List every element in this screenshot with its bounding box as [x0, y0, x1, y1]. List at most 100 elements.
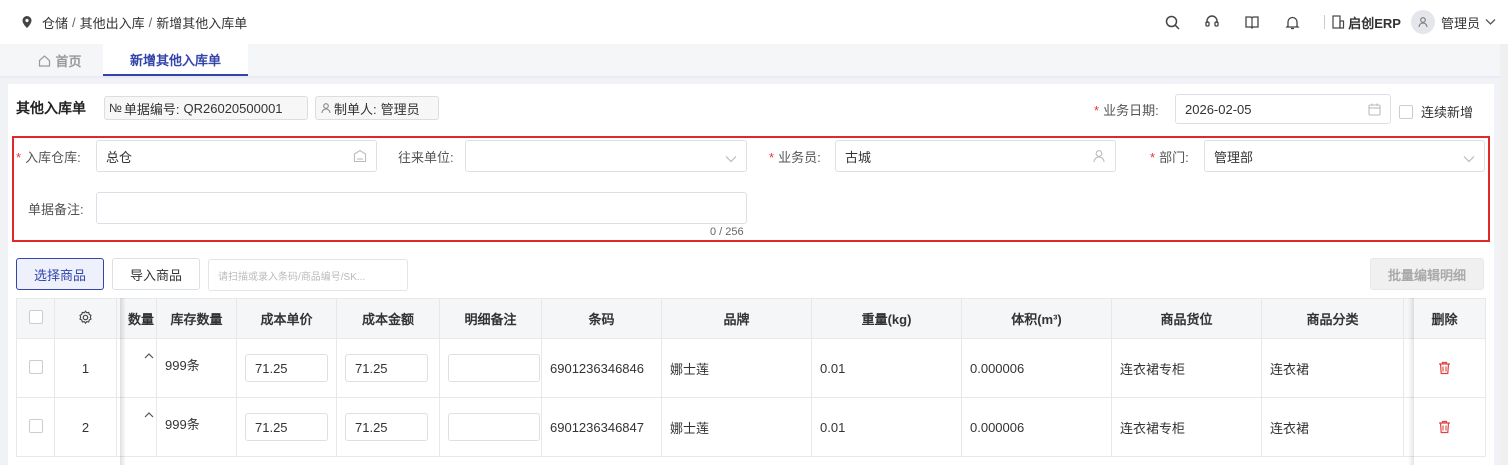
user-icon: [1092, 149, 1106, 166]
select-goods-button[interactable]: 选择商品: [16, 258, 104, 290]
tab-label: 首页: [55, 53, 82, 69]
row-checkbox-cell: [16, 397, 55, 457]
weight-cell: 0.01: [811, 338, 962, 398]
chevron-up-icon[interactable]: [144, 411, 154, 418]
weight-cell: 0.01: [811, 397, 962, 457]
breadcrumb-current: 新增其他入库单: [156, 15, 248, 31]
warehouse-value: 总仓: [106, 149, 133, 165]
delete-cell: [1403, 397, 1486, 457]
cost-amount-input[interactable]: 71.25: [345, 354, 428, 382]
location-icon: [20, 15, 34, 29]
select-all-cell: [16, 298, 55, 339]
date-label: * 业务日期:: [1094, 103, 1159, 118]
partner-label: 往来单位:: [398, 150, 454, 165]
user-icon: [320, 102, 332, 114]
unit-cost-input[interactable]: 71.25: [245, 413, 328, 441]
tab-new-inbound[interactable]: 新增其他入库单: [103, 44, 248, 76]
cost-amount-cell: 71.25: [336, 397, 440, 457]
remark-counter: 0 / 256: [710, 226, 744, 238]
line-note-cell: [439, 397, 542, 457]
row-number: 2: [54, 397, 117, 457]
search-icon[interactable]: [1164, 14, 1180, 30]
table-header-row: 数量 库存数量 成本单价 成本金额 明细备注 条码 品牌 重量(kg) 体积(m…: [16, 298, 1486, 339]
salesman-input[interactable]: 古城: [835, 140, 1116, 172]
volume-cell: 0.000006: [961, 397, 1112, 457]
row-number: 1: [54, 338, 117, 398]
cost-amount-input[interactable]: 71.25: [345, 413, 428, 441]
row-checkbox-cell: [16, 338, 55, 398]
remark-input[interactable]: [96, 192, 747, 224]
book-icon[interactable]: [1244, 14, 1260, 30]
row-checkbox[interactable]: [28, 359, 43, 374]
col-cost-amount: 成本金额: [336, 298, 440, 339]
trash-icon[interactable]: [1438, 420, 1451, 434]
brand-cell: 娜士莲: [661, 397, 812, 457]
doc-number-tag: № 单据编号: QR26020500001: [104, 96, 308, 120]
customer-service-icon[interactable]: [1204, 14, 1220, 30]
col-weight: 重量(kg): [811, 298, 962, 339]
date-input[interactable]: 2026-02-05: [1175, 94, 1391, 124]
dept-value: 管理部: [1214, 149, 1254, 165]
scan-placeholder: 请扫描或录入条码/商品编号/SK...: [218, 271, 366, 283]
cost-amount-cell: 71.25: [336, 338, 440, 398]
category-cell: 连衣裙: [1261, 397, 1404, 457]
line-note-input[interactable]: [448, 354, 540, 382]
tab-home[interactable]: 首页: [20, 44, 100, 76]
page-title: 其他入库单: [16, 100, 86, 116]
chevron-up-icon[interactable]: [144, 352, 154, 359]
tab-label: 新增其他入库单: [129, 52, 221, 68]
partner-select[interactable]: [465, 140, 747, 172]
unit-cost-input[interactable]: 71.25: [245, 354, 328, 382]
col-brand: 品牌: [661, 298, 812, 339]
col-barcode: 条码: [541, 298, 662, 339]
creator-label: 制单人:: [334, 101, 377, 117]
breadcrumb-separator: /: [72, 14, 76, 30]
creator-value: 管理员: [380, 101, 420, 117]
scan-input[interactable]: 请扫描或录入条码/商品编号/SK...: [208, 259, 408, 291]
bell-icon[interactable]: [1284, 14, 1300, 30]
trash-icon[interactable]: [1438, 361, 1451, 375]
fixed-column-shadow: [120, 298, 126, 465]
gear-icon[interactable]: [78, 309, 93, 325]
col-line-note: 明细备注: [439, 298, 542, 339]
page-scrollbar[interactable]: [1500, 44, 1508, 465]
select-all-checkbox[interactable]: [28, 310, 43, 324]
chevron-down-icon: [1463, 151, 1475, 166]
dept-select[interactable]: 管理部: [1204, 140, 1485, 172]
col-volume: 体积(m³): [961, 298, 1112, 339]
col-category: 商品分类: [1261, 298, 1404, 339]
continue-add-checkbox[interactable]: 连续新增: [1399, 102, 1473, 121]
stock-cell: 999条: [156, 338, 237, 398]
warehouse-label: * 入库仓库:: [16, 150, 81, 165]
company-icon: [1331, 15, 1345, 29]
brand-name: 启创ERP: [1348, 15, 1401, 31]
unit-cost-cell: 71.25: [236, 338, 337, 398]
number-icon: №: [109, 101, 122, 115]
doc-number-label: 单据编号:: [123, 101, 180, 117]
column-settings-cell: [54, 298, 117, 339]
user-menu[interactable]: 管理员: [1401, 10, 1496, 34]
table-row: 2 999条 71.25 71.25 6901236346847 娜士莲 0.0…: [16, 397, 1486, 457]
form-fields-box: * 入库仓库: 总仓 往来单位: * 业务员: 古城 * 部门: 管理部 单据备…: [12, 136, 1490, 242]
remark-label: 单据备注:: [28, 202, 84, 217]
fixed-column-shadow: [1408, 298, 1414, 465]
breadcrumb-item[interactable]: 其他出入库: [80, 13, 145, 32]
warehouse-input[interactable]: 总仓: [96, 140, 377, 172]
chevron-down-icon: [725, 151, 737, 166]
calendar-icon: [1368, 103, 1381, 116]
breadcrumb-item[interactable]: 仓储: [42, 13, 68, 32]
checkbox[interactable]: [1399, 104, 1413, 119]
continue-add-label: 连续新增: [1421, 105, 1474, 120]
top-bar: 仓储 / 其他出入库 / 新增其他入库单 启创ERP 管理员: [0, 0, 1508, 44]
volume-cell: 0.000006: [961, 338, 1112, 398]
doc-number-value: QR26020500001: [183, 100, 283, 116]
row-checkbox[interactable]: [28, 418, 43, 433]
col-delete: 删除: [1403, 298, 1486, 339]
goods-table: 数量 库存数量 成本单价 成本金额 明细备注 条码 品牌 重量(kg) 体积(m…: [16, 298, 1486, 457]
import-goods-button[interactable]: 导入商品: [112, 258, 200, 290]
line-note-input[interactable]: [448, 413, 540, 441]
form-header: 其他入库单 № 单据编号: QR26020500001 制单人: 管理员 * 业务…: [8, 94, 1494, 124]
line-note-cell: [439, 338, 542, 398]
dept-label: * 部门:: [1150, 150, 1189, 165]
batch-edit-button[interactable]: 批量编辑明细: [1370, 258, 1484, 290]
